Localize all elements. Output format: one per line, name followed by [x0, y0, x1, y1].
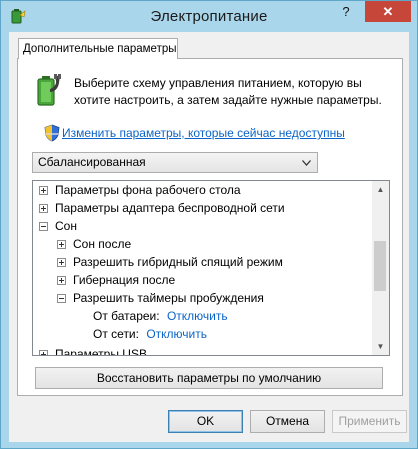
- settings-tree[interactable]: Параметры фона рабочего стола Параметры …: [32, 180, 390, 356]
- tree-item-label: Параметры фона рабочего стола: [55, 183, 241, 197]
- chevron-down-icon: [302, 160, 311, 166]
- tree-item-label: Разрешить гибридный спящий режим: [73, 255, 283, 269]
- setting-label: От батареи:: [93, 309, 160, 323]
- tab-advanced-settings[interactable]: Дополнительные параметры: [18, 38, 178, 59]
- restore-defaults-button[interactable]: Восстановить параметры по умолчанию: [35, 367, 383, 389]
- cancel-button[interactable]: Отмена: [250, 410, 325, 433]
- tree-scrollbar[interactable]: ▲ ▼: [372, 181, 389, 355]
- title-bar[interactable]: Электропитание ? ✕: [1, 1, 417, 32]
- on-battery-value-link[interactable]: Отключить: [167, 309, 228, 323]
- dialog-client-area: Дополнительные параметры Выберите схему …: [9, 32, 409, 442]
- close-button[interactable]: ✕: [365, 1, 411, 22]
- scrollbar-thumb[interactable]: [374, 241, 386, 291]
- expand-plus-icon[interactable]: [39, 350, 48, 355]
- expand-plus-icon[interactable]: [39, 186, 48, 195]
- power-options-window: Электропитание ? ✕ Дополнительные параме…: [0, 0, 418, 449]
- collapse-minus-icon[interactable]: [57, 294, 66, 303]
- scheme-description: Выберите схему управления питанием, кото…: [74, 76, 382, 107]
- tree-item-label: Сон: [55, 219, 77, 233]
- scroll-down-arrow-icon[interactable]: ▼: [372, 338, 389, 355]
- collapse-minus-icon[interactable]: [39, 222, 48, 231]
- dialog-footer: OK Отмена Применить: [9, 396, 409, 442]
- tree-item-on-battery: От батареи: Отключить: [93, 307, 228, 325]
- tree-item-label: Параметры USB: [55, 347, 147, 355]
- tab-panel: Выберите схему управления питанием, кото…: [17, 58, 403, 396]
- tree-item-label: Гибернация после: [73, 273, 176, 287]
- power-plan-selected: Сбалансированная: [38, 155, 146, 169]
- power-plan-dropdown[interactable]: Сбалансированная: [32, 152, 318, 173]
- apply-button[interactable]: Применить: [332, 410, 407, 433]
- tree-item-label: Параметры адаптера беспроводной сети: [55, 201, 285, 215]
- expand-plus-icon[interactable]: [57, 276, 66, 285]
- change-unavailable-settings-link[interactable]: Изменить параметры, которые сейчас недос…: [62, 126, 345, 140]
- tree-item-label: Сон после: [73, 237, 132, 251]
- scroll-up-arrow-icon[interactable]: ▲: [372, 181, 389, 198]
- help-button[interactable]: ?: [330, 1, 362, 23]
- plugged-in-value-link[interactable]: Отключить: [146, 327, 207, 341]
- ok-button[interactable]: OK: [168, 410, 243, 433]
- tree-item-label: Разрешить таймеры пробуждения: [73, 291, 264, 305]
- setting-label: От сети:: [93, 327, 139, 341]
- tree-item-plugged-in: От сети: Отключить: [93, 325, 207, 343]
- battery-power-icon: [37, 74, 61, 106]
- uac-shield-icon: [44, 124, 60, 142]
- settings-tree-items: Параметры фона рабочего стола Параметры …: [33, 181, 372, 355]
- expand-plus-icon[interactable]: [57, 258, 66, 267]
- expand-plus-icon[interactable]: [57, 240, 66, 249]
- expand-plus-icon[interactable]: [39, 204, 48, 213]
